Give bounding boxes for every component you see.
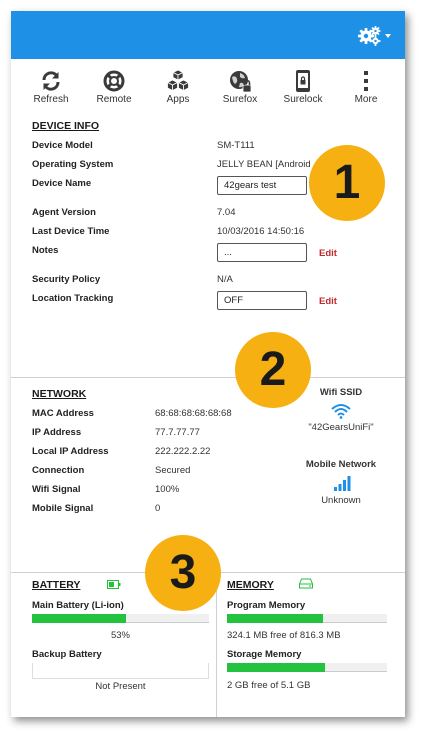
device-info-title: DEVICE INFO: [32, 120, 100, 132]
location-tracking-label: Location Tracking: [32, 293, 114, 304]
main-battery-fill: [32, 614, 126, 623]
more-label: More: [354, 94, 378, 105]
more-button[interactable]: More: [336, 69, 396, 105]
storage-memory-fill: [227, 663, 325, 672]
notes-field[interactable]: ...: [217, 243, 307, 262]
notes-edit-link[interactable]: Edit: [319, 248, 337, 259]
os-value: JELLY BEAN [Android: [217, 159, 311, 170]
program-memory-label: Program Memory: [227, 600, 306, 611]
network-title: NETWORK: [32, 388, 87, 400]
storage-memory-bar: [227, 663, 387, 672]
ip-address-label: IP Address: [32, 427, 82, 438]
main-battery-bar: [32, 614, 209, 623]
section-divider: [11, 377, 405, 378]
connection-label: Connection: [32, 465, 85, 476]
agent-version-value: 7.04: [217, 207, 236, 218]
callout-badge-3: 3: [145, 535, 221, 611]
device-model-value: SM-T111: [217, 140, 255, 151]
column-divider: [216, 572, 217, 717]
notes-label: Notes: [32, 245, 59, 256]
local-ip-value: 222.222.2.22: [155, 446, 211, 457]
mobile-signal-label: Mobile Signal: [32, 503, 94, 514]
refresh-button[interactable]: Refresh: [21, 69, 81, 105]
surelock-button[interactable]: Surelock: [273, 69, 333, 105]
settings-menu-button[interactable]: [357, 24, 393, 46]
main-battery-label: Main Battery (Li-ion): [32, 600, 124, 611]
surefox-label: Surefox: [222, 94, 258, 105]
device-details-panel: Refresh Remote Apps Surefox Surelock Mor…: [11, 11, 405, 717]
apps-label: Apps: [166, 94, 190, 105]
action-toolbar: Refresh Remote Apps Surefox Surelock Mor…: [21, 69, 401, 113]
surelock-label: Surelock: [283, 94, 323, 105]
storage-memory-label: Storage Memory: [227, 649, 302, 660]
local-ip-label: Local IP Address: [32, 446, 109, 457]
cell-signal-icon: [334, 476, 351, 491]
security-policy-label: Security Policy: [32, 274, 101, 285]
last-device-time-label: Last Device Time: [32, 226, 110, 237]
battery-title: BATTERY: [32, 579, 81, 591]
lifebuoy-icon: [103, 70, 125, 92]
backup-battery-label: Backup Battery: [32, 649, 102, 660]
program-memory-text: 324.1 MB free of 816.3 MB: [227, 630, 341, 641]
device-name-field[interactable]: 42gears test: [217, 176, 307, 195]
location-tracking-field[interactable]: OFF: [217, 291, 307, 310]
agent-version-label: Agent Version: [32, 207, 96, 218]
wifi-ssid-label: Wifi SSID: [319, 387, 363, 398]
vertical-dots-icon: [364, 71, 368, 91]
surefox-button[interactable]: Surefox: [210, 69, 270, 105]
backup-battery-status: Not Present: [95, 681, 146, 692]
chevron-down-icon: [385, 34, 391, 38]
device-model-label: Device Model: [32, 140, 93, 151]
program-memory-fill: [227, 614, 323, 623]
mobile-network-value: Unknown: [321, 495, 361, 506]
remote-label: Remote: [96, 94, 132, 105]
remote-button[interactable]: Remote: [84, 69, 144, 105]
location-edit-link[interactable]: Edit: [319, 296, 337, 307]
wifi-signal-label: Wifi Signal: [32, 484, 81, 495]
wifi-icon: [331, 404, 351, 419]
mobile-network-label: Mobile Network: [305, 459, 377, 470]
hard-drive-icon: [299, 578, 313, 589]
globe-lock-icon: [230, 71, 252, 93]
os-label: Operating System: [32, 159, 114, 170]
top-bar: [11, 11, 405, 59]
apps-button[interactable]: Apps: [148, 69, 208, 105]
wifi-ssid-value: "42GearsUniFi": [308, 422, 374, 433]
refresh-icon: [42, 71, 60, 91]
main-battery-percent: 53%: [110, 630, 130, 641]
backup-battery-bar: [32, 663, 209, 679]
ip-address-value: 77.7.77.77: [155, 427, 200, 438]
storage-memory-text: 2 GB free of 5.1 GB: [227, 680, 311, 691]
program-memory-bar: [227, 614, 387, 623]
gears-icon: [358, 26, 391, 46]
wifi-signal-value: 100%: [155, 484, 180, 495]
callout-badge-1: 1: [309, 145, 385, 221]
cubes-icon: [166, 69, 190, 92]
last-device-time-value: 10/03/2016 14:50:16: [217, 226, 305, 237]
mac-address-label: MAC Address: [32, 408, 94, 419]
device-name-label: Device Name: [32, 178, 92, 189]
memory-title: MEMORY: [227, 579, 274, 591]
mobile-signal-value: 0: [155, 503, 161, 514]
connection-value: Secured: [155, 465, 191, 476]
mac-address-value: 68:68:68:68:68:68: [155, 408, 232, 419]
locked-phone-icon: [296, 70, 310, 92]
refresh-label: Refresh: [33, 94, 69, 105]
battery-icon: [107, 580, 121, 589]
security-policy-value: N/A: [217, 274, 233, 285]
